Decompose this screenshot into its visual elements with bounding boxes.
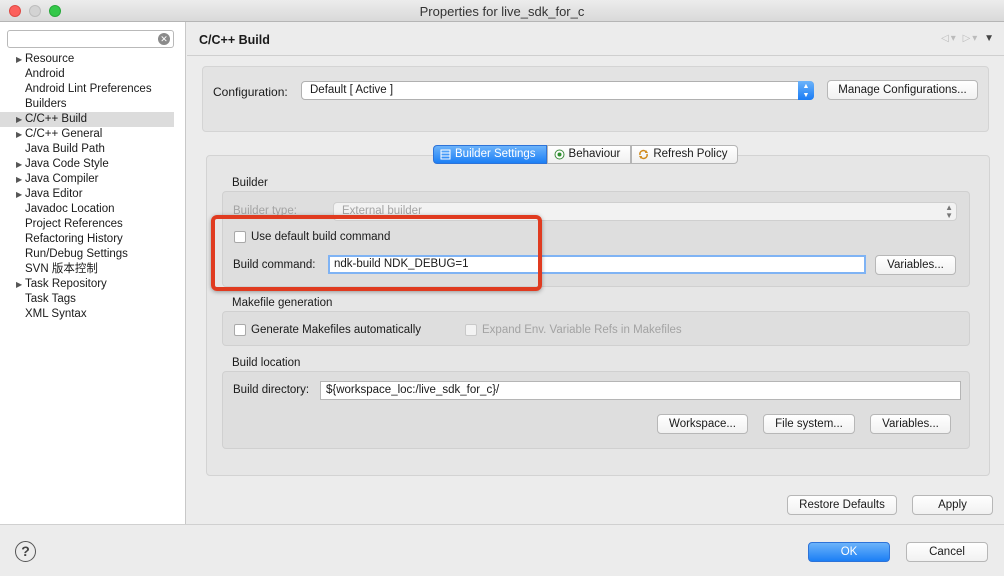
sidebar-item[interactable]: ▶ Java Compiler — [0, 172, 186, 187]
title-bar: Properties for live_sdk_for_c — [0, 0, 1004, 22]
configuration-panel: Configuration: Default [ Active ] ▲ ▼ Man… — [202, 66, 989, 132]
window-title: Properties for live_sdk_for_c — [419, 4, 585, 19]
use-default-build-command-checkbox[interactable] — [234, 231, 246, 243]
expand-env-variables-label: Expand Env. Variable Refs in Makefiles — [482, 324, 682, 336]
filter-input[interactable]: ✕ — [7, 30, 174, 48]
tab-builder-settings[interactable]: Builder Settings — [433, 145, 547, 164]
sidebar-item[interactable]: ▶ Java Code Style — [0, 157, 186, 172]
help-icon[interactable]: ? — [15, 541, 36, 562]
sidebar-item-label: Android — [25, 68, 65, 80]
ok-button[interactable]: OK — [808, 542, 890, 562]
use-default-build-command-label: Use default build command — [251, 231, 391, 243]
sidebar-item[interactable]: Java Build Path — [0, 142, 186, 157]
tab-behaviour[interactable]: Behaviour — [546, 145, 632, 164]
sidebar-item[interactable]: ▶ Java Editor — [0, 187, 186, 202]
page-nav: ◁▾ ▷▾ ▼ — [941, 33, 996, 44]
sidebar-item-label: Refactoring History — [25, 233, 123, 245]
sidebar-item[interactable]: SVN 版本控制 — [0, 262, 186, 277]
sidebar-item-label: Android Lint Preferences — [25, 83, 152, 95]
sidebar-item[interactable]: XML Syntax — [0, 307, 186, 322]
location-variables-button[interactable]: Variables... — [870, 414, 951, 434]
sidebar-item-label: SVN 版本控制 — [25, 263, 98, 275]
builder-variables-button[interactable]: Variables... — [875, 255, 956, 275]
sidebar-item-label: C/C++ Build — [25, 113, 88, 125]
tab-label: Builder Settings — [455, 148, 536, 160]
manage-configurations-button[interactable]: Manage Configurations... — [827, 80, 978, 100]
sidebar-item[interactable]: Builders — [0, 97, 186, 112]
property-sidebar: ✕ ▶ Resource Android Android Lint Preferenc… — [0, 22, 186, 524]
sidebar-item-label: Java Build Path — [25, 143, 105, 155]
generate-makefiles-checkbox[interactable] — [234, 324, 246, 336]
expand-arrow-icon[interactable]: ▶ — [16, 172, 22, 187]
sidebar-item[interactable]: Android — [0, 67, 186, 82]
builder-type-value: External builder — [342, 205, 422, 217]
file-system-button[interactable]: File system... — [763, 414, 855, 434]
dialog-footer: ? OK Cancel — [0, 524, 1004, 576]
sidebar-item-label: Java Code Style — [25, 158, 109, 170]
expand-arrow-icon[interactable]: ▶ — [16, 157, 22, 172]
builder-type-select: External builder ▲ ▼ — [333, 202, 957, 221]
settings-tabbar: Builder Settings Behaviour Refresh Polic… — [433, 145, 739, 164]
sidebar-item[interactable]: Android Lint Preferences — [0, 82, 186, 97]
sidebar-item[interactable]: Refactoring History — [0, 232, 186, 247]
builder-type-label: Builder type: — [233, 205, 297, 217]
build-command-input[interactable]: ndk-build NDK_DEBUG=1 — [328, 255, 866, 274]
sidebar-item-label: Project References — [25, 218, 123, 230]
tab-label: Refresh Policy — [653, 148, 728, 160]
page-title: C/C++ Build — [199, 33, 270, 47]
expand-arrow-icon[interactable]: ▶ — [16, 277, 22, 292]
cancel-button[interactable]: Cancel — [906, 542, 988, 562]
configuration-select-value: Default [ Active ] — [310, 84, 394, 96]
build-directory-input[interactable]: ${workspace_loc:/live_sdk_for_c}/ — [320, 381, 961, 400]
back-arrow-icon[interactable]: ◁▾ — [941, 33, 958, 44]
sidebar-item[interactable]: Run/Debug Settings — [0, 247, 186, 262]
sidebar-item[interactable]: Javadoc Location — [0, 202, 186, 217]
refresh-policy-icon — [639, 149, 649, 160]
clear-filter-icon[interactable]: ✕ — [158, 33, 170, 45]
sidebar-item-label: Java Editor — [25, 188, 83, 200]
build-command-label: Build command: — [233, 259, 316, 271]
sidebar-item-label: Task Repository — [25, 278, 107, 290]
sidebar-item-label: Run/Debug Settings — [25, 248, 128, 260]
sidebar-item-label: C/C++ General — [25, 128, 103, 140]
expand-arrow-icon[interactable]: ▶ — [16, 127, 22, 142]
sidebar-item-label: Task Tags — [25, 293, 76, 305]
builder-group-label: Builder — [232, 177, 268, 189]
restore-defaults-button[interactable]: Restore Defaults — [787, 495, 897, 515]
tab-label: Behaviour — [568, 148, 621, 160]
sidebar-item[interactable]: Task Tags — [0, 292, 186, 307]
expand-arrow-icon[interactable]: ▶ — [16, 112, 22, 127]
generate-makefiles-label: Generate Makefiles automatically — [251, 324, 422, 336]
build-directory-label: Build directory: — [233, 384, 310, 396]
sidebar-item[interactable]: ▶ C/C++ General — [0, 127, 186, 142]
expand-arrow-icon[interactable]: ▶ — [16, 187, 22, 202]
expand-env-variables-checkbox — [465, 324, 477, 336]
builder-settings-icon — [440, 149, 451, 160]
view-menu-icon[interactable]: ▼ — [984, 33, 996, 44]
sidebar-item[interactable]: ▶ C/C++ Build — [0, 112, 174, 127]
select-arrows-icon: ▲ ▼ — [945, 203, 953, 220]
sidebar-item[interactable]: ▶ Task Repository — [0, 277, 186, 292]
apply-button[interactable]: Apply — [912, 495, 993, 515]
expand-arrow-icon[interactable]: ▶ — [16, 52, 22, 67]
sidebar-item-label: Builders — [25, 98, 67, 110]
sidebar-item[interactable]: Project References — [0, 217, 186, 232]
behaviour-icon — [554, 149, 565, 160]
sidebar-item-label: Java Compiler — [25, 173, 99, 185]
build-location-group-label: Build location — [232, 357, 301, 369]
property-tree: ▶ Resource Android Android Lint Preferences… — [0, 52, 186, 322]
select-arrows-icon: ▲ ▼ — [798, 81, 814, 100]
configuration-select[interactable]: Default [ Active ] ▲ ▼ — [301, 81, 814, 100]
workspace-button[interactable]: Workspace... — [657, 414, 748, 434]
sidebar-item-label: Resource — [25, 53, 75, 65]
sidebar-item-label: XML Syntax — [25, 308, 87, 320]
makefile-group-label: Makefile generation — [232, 297, 333, 309]
configuration-label: Configuration: — [213, 85, 288, 99]
tab-refresh-policy[interactable]: Refresh Policy — [631, 145, 739, 164]
forward-arrow-icon[interactable]: ▷▾ — [963, 33, 980, 44]
sidebar-item-label: Javadoc Location — [25, 203, 115, 215]
page-header: C/C++ Build ◁▾ ▷▾ ▼ — [187, 22, 1004, 56]
sidebar-item[interactable]: ▶ Resource — [0, 52, 186, 67]
